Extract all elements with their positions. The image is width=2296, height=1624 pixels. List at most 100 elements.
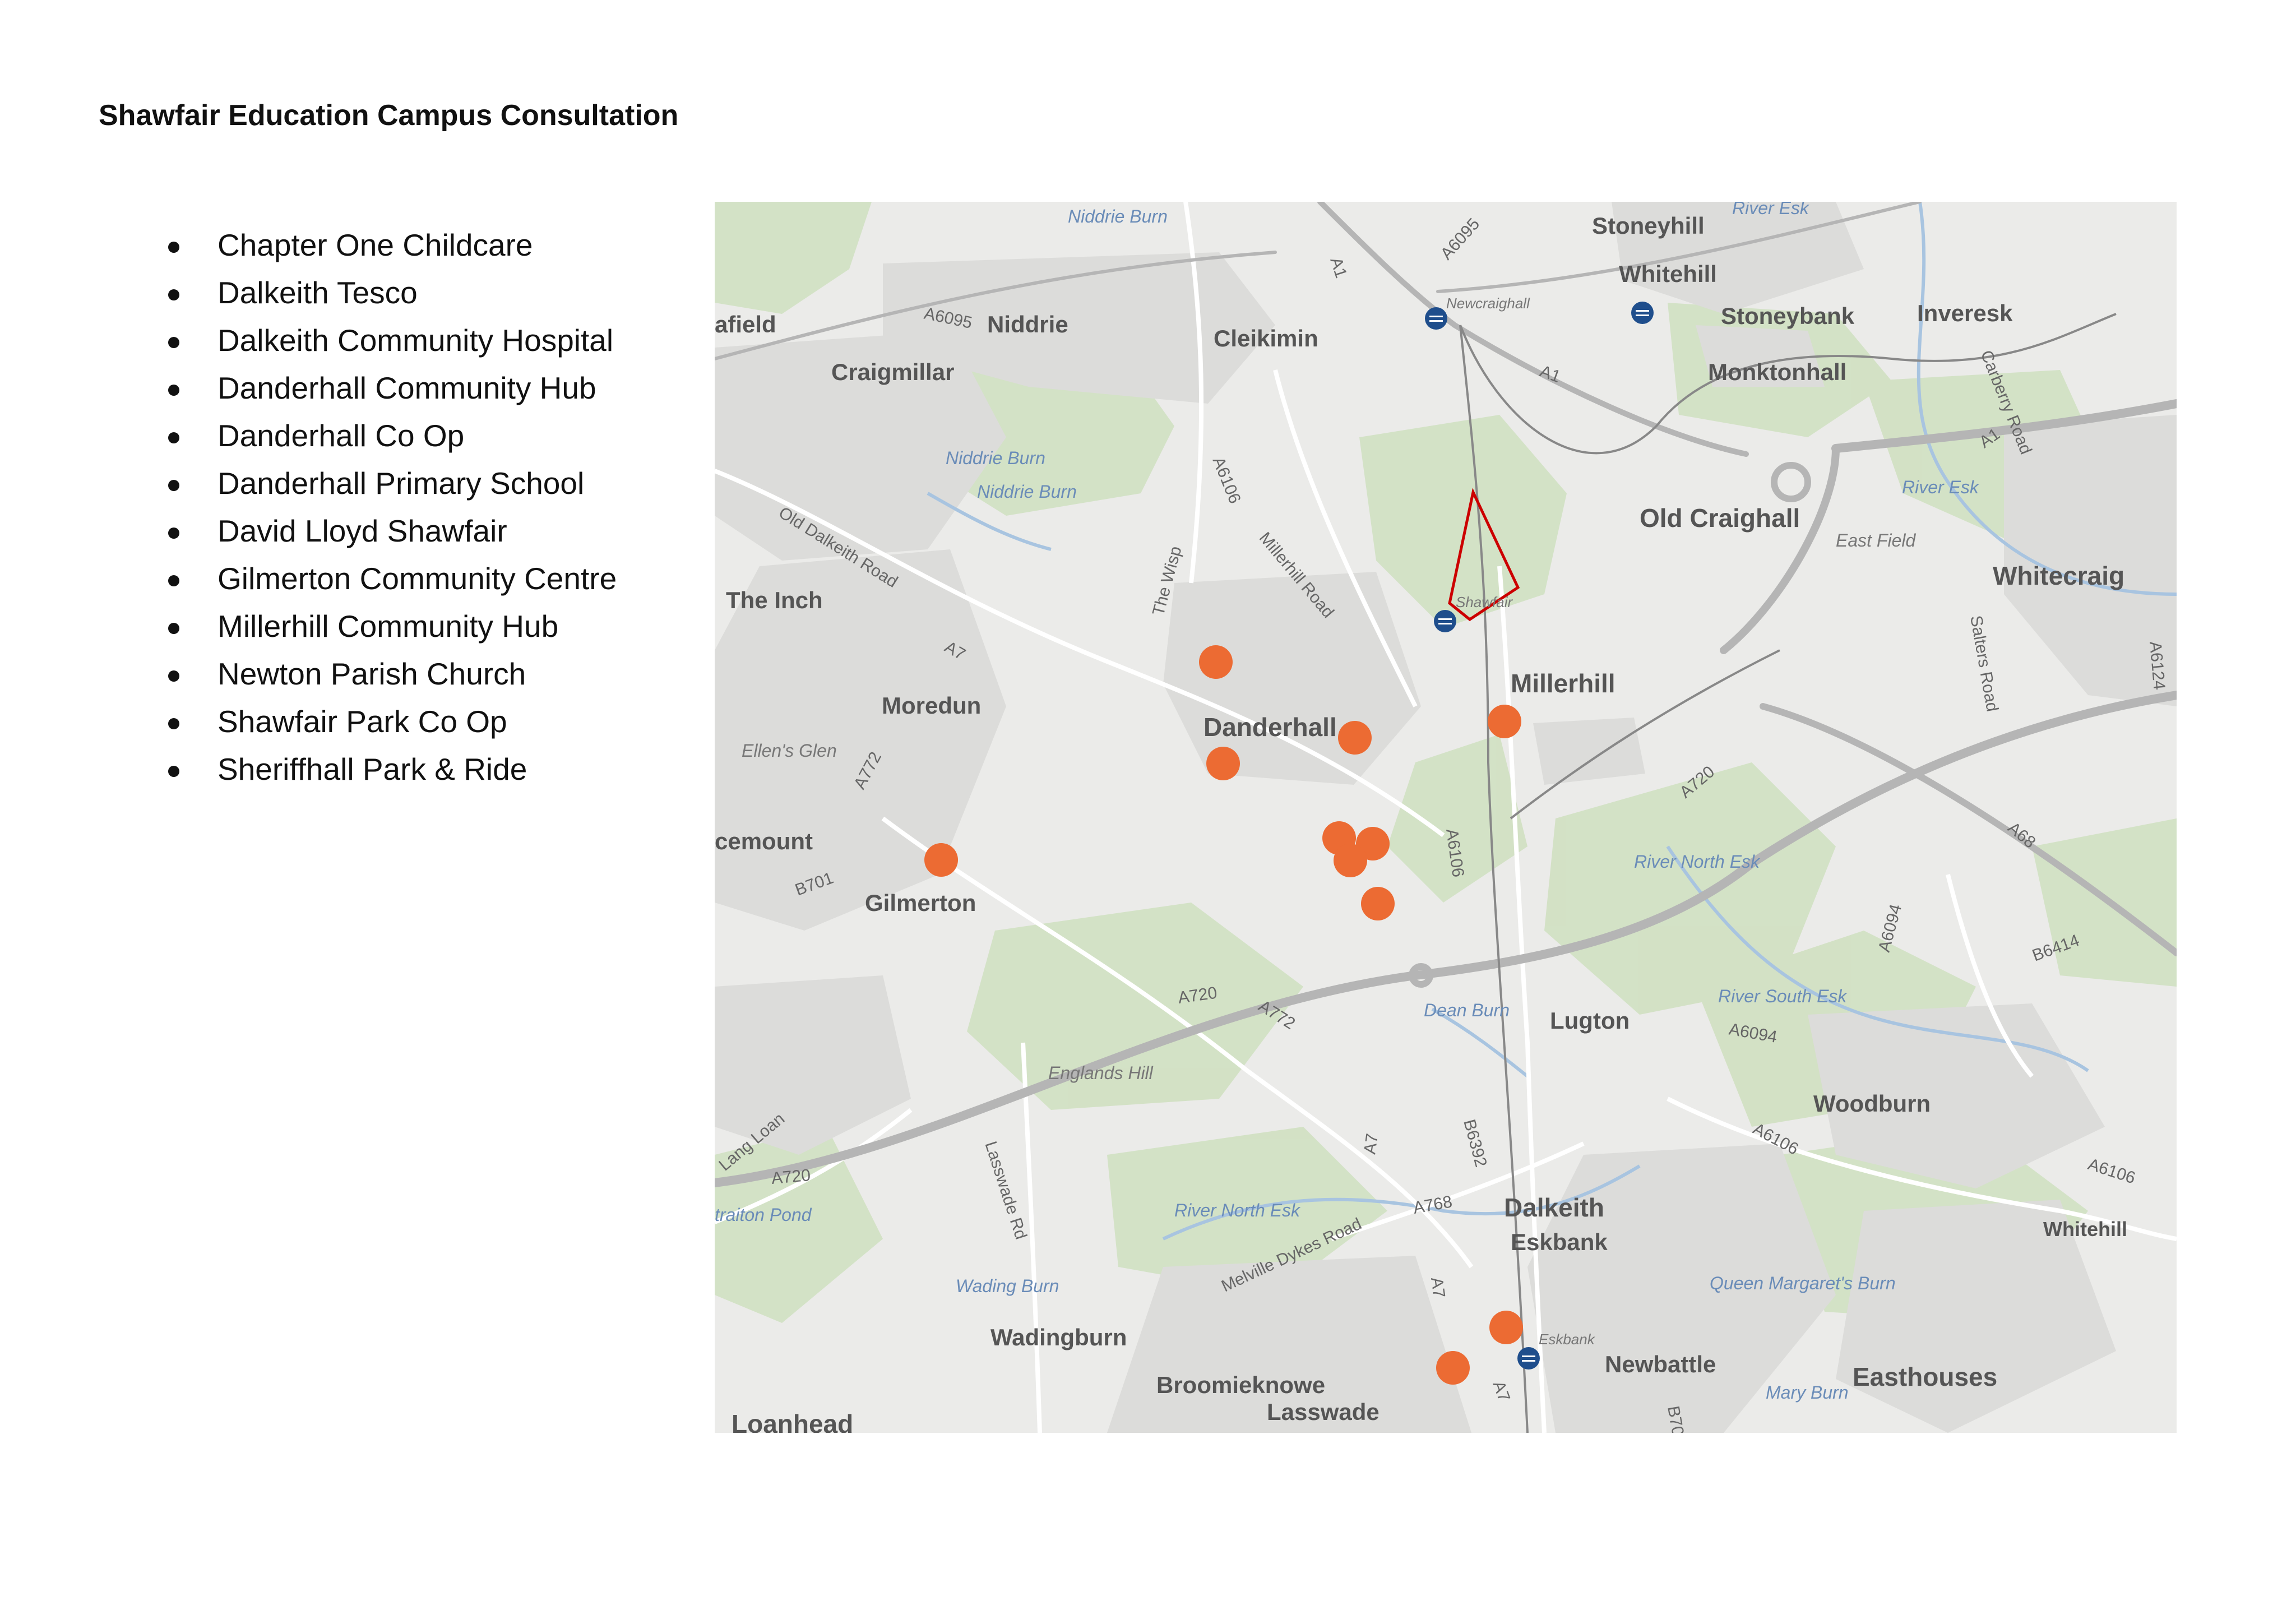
bullet-icon: [168, 623, 179, 634]
venue-label: Shawfair Park Co Op: [217, 704, 507, 739]
station-icon: [1631, 302, 1654, 324]
venue-label: Danderhall Co Op: [217, 418, 465, 453]
minor-place-label: East Field: [1836, 530, 1916, 550]
venue-label: Newton Parish Church: [217, 656, 526, 691]
list-item: Sheriffhall Park & Ride: [168, 746, 628, 793]
place-label: Old Craighall: [1640, 503, 1800, 533]
place-label: Stoneyhill: [1592, 212, 1705, 239]
water-label: Mary Burn: [1766, 1382, 1849, 1403]
list-item: Millerhill Community Hub: [168, 603, 628, 650]
place-label: Newbattle: [1605, 1351, 1716, 1377]
water-label: River North Esk: [1174, 1200, 1301, 1220]
list-item: David Lloyd Shawfair: [168, 507, 628, 555]
water-label: River North Esk: [1634, 852, 1761, 872]
place-label: Wadingburn: [990, 1324, 1127, 1350]
place-label: Woodburn: [1813, 1090, 1931, 1117]
bullet-icon: [168, 242, 179, 253]
venue-marker[interactable]: [1199, 645, 1233, 679]
bullet-icon: [168, 432, 179, 443]
water-label: River Esk: [1732, 202, 1810, 218]
bullet-icon: [168, 480, 179, 491]
road-label: A7: [1360, 1132, 1382, 1155]
bullet-icon: [168, 528, 179, 539]
minor-place-label: Shawfair: [1456, 594, 1513, 610]
place-label: The Inch: [726, 587, 823, 613]
water-label: Wading Burn: [956, 1276, 1059, 1296]
place-label: Loanhead: [732, 1409, 853, 1433]
water-label: Niddrie Burn: [1068, 206, 1168, 226]
water-label: River South Esk: [1718, 986, 1848, 1006]
station-icon: [1434, 610, 1456, 632]
list-item: Danderhall Community Hub: [168, 364, 628, 412]
station-icon: [1517, 1347, 1540, 1369]
road-label: A720: [771, 1166, 812, 1188]
list-item: Dalkeith Tesco: [168, 269, 628, 317]
venue-list: Chapter One Childcare Dalkeith Tesco Dal…: [168, 221, 628, 793]
list-item: Danderhall Primary School: [168, 460, 628, 507]
place-label: Inveresk: [1917, 300, 2013, 326]
place-label: Moredun: [882, 692, 981, 719]
water-label: Dean Burn: [1424, 1000, 1510, 1020]
venue-label: Sheriffhall Park & Ride: [217, 752, 527, 786]
venue-label: David Lloyd Shawfair: [217, 513, 507, 548]
venue-marker[interactable]: [1488, 705, 1521, 738]
water-label: Niddrie Burn: [977, 482, 1077, 502]
place-label: Whitehill: [2043, 1218, 2127, 1241]
list-item: Danderhall Co Op: [168, 412, 628, 460]
venue-marker[interactable]: [924, 843, 958, 877]
venue-label: Millerhill Community Hub: [217, 609, 559, 644]
page-title: Shawfair Education Campus Consultation: [99, 99, 679, 132]
venue-marker[interactable]: [1338, 721, 1372, 755]
map-canvas: Stoneyhill Whitehill Stoneybank Inveresk…: [715, 202, 2177, 1433]
venue-label: Dalkeith Tesco: [217, 275, 418, 310]
minor-place-label: Newcraighall: [1446, 295, 1530, 312]
place-label: Gilmerton: [865, 890, 976, 916]
station-icon: [1425, 307, 1447, 330]
place-label: cemount: [715, 828, 813, 854]
minor-place-label: Englands Hill: [1048, 1063, 1154, 1083]
place-label: Stoneybank: [1721, 303, 1855, 329]
bullet-icon: [168, 718, 179, 729]
location-map[interactable]: Stoneyhill Whitehill Stoneybank Inveresk…: [715, 202, 2177, 1433]
place-label: Whitehill: [1619, 261, 1717, 287]
place-label: Millerhill: [1511, 669, 1615, 698]
place-label: Craigmillar: [831, 359, 954, 385]
bullet-icon: [168, 575, 179, 586]
water-label: traiton Pond: [715, 1205, 812, 1225]
list-item: Dalkeith Community Hospital: [168, 317, 628, 364]
place-label: Niddrie: [987, 311, 1068, 337]
list-item: Newton Parish Church: [168, 650, 628, 698]
place-label: afield: [715, 311, 776, 337]
venue-label: Dalkeith Community Hospital: [217, 323, 614, 358]
venue-label: Danderhall Primary School: [217, 466, 585, 501]
list-item: Chapter One Childcare: [168, 221, 628, 269]
venue-marker[interactable]: [1334, 844, 1367, 877]
venue-label: Gilmerton Community Centre: [217, 561, 617, 596]
bullet-icon: [168, 385, 179, 396]
venue-label: Danderhall Community Hub: [217, 371, 596, 405]
place-label: Dalkeith: [1504, 1193, 1604, 1222]
bullet-icon: [168, 289, 179, 300]
list-item: Shawfair Park Co Op: [168, 698, 628, 746]
road-label: A7: [1427, 1276, 1448, 1299]
water-label: River Esk: [1902, 477, 1980, 497]
water-label: Queen Margaret's Burn: [1710, 1273, 1896, 1293]
place-label: Cleikimin: [1214, 325, 1318, 351]
venue-marker[interactable]: [1489, 1311, 1523, 1344]
place-label: Whitecraig: [1993, 561, 2124, 590]
place-label: Broomieknowe: [1156, 1372, 1325, 1398]
minor-place-label: Eskbank: [1539, 1331, 1596, 1348]
bullet-icon: [168, 337, 179, 348]
venue-label: Chapter One Childcare: [217, 228, 533, 262]
place-label: Monktonhall: [1708, 359, 1846, 385]
list-item: Gilmerton Community Centre: [168, 555, 628, 603]
minor-place-label: Ellen's Glen: [742, 741, 837, 761]
bullet-icon: [168, 670, 179, 682]
place-label: Lasswade: [1267, 1399, 1380, 1425]
water-label: Niddrie Burn: [946, 448, 1045, 468]
place-label: Easthouses: [1853, 1362, 1997, 1391]
place-label: Lugton: [1550, 1007, 1630, 1034]
venue-marker[interactable]: [1361, 887, 1395, 920]
venue-marker[interactable]: [1206, 747, 1240, 780]
venue-marker[interactable]: [1436, 1351, 1470, 1385]
